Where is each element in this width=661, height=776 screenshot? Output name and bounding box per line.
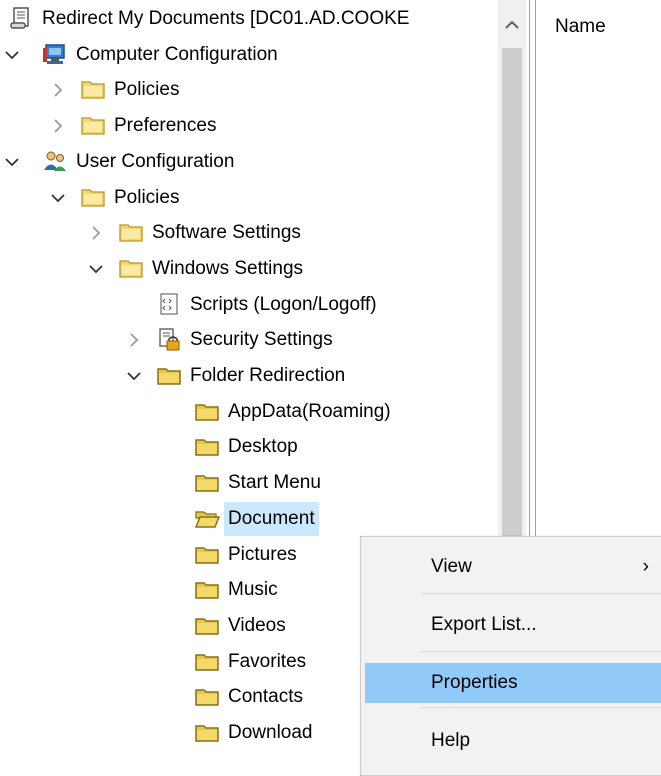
chevron-down-icon[interactable] bbox=[4, 154, 20, 170]
yellow-folder-icon bbox=[194, 542, 220, 566]
security-lock-icon bbox=[156, 327, 182, 351]
tree-item-label[interactable]: Policies bbox=[110, 73, 183, 107]
name-column-header[interactable]: Name bbox=[555, 16, 606, 38]
folder-icon bbox=[80, 77, 106, 101]
menu-item-label: View bbox=[431, 556, 472, 577]
menu-item-help[interactable]: Help bbox=[365, 721, 661, 761]
tree-item-label[interactable]: Preferences bbox=[110, 109, 220, 143]
menu-item-export-list[interactable]: Export List... bbox=[365, 605, 661, 645]
tree-item-label[interactable]: Videos bbox=[224, 609, 290, 643]
tree-item-label[interactable]: Scripts (Logon/Logoff) bbox=[186, 288, 381, 322]
tree-item[interactable]: Document bbox=[0, 501, 498, 536]
policy-scroll-icon bbox=[8, 6, 34, 30]
open-folder-icon bbox=[194, 506, 221, 530]
script-icon bbox=[156, 292, 182, 316]
chevron-down-icon[interactable] bbox=[4, 47, 20, 63]
tree-item[interactable]: Policies bbox=[0, 181, 498, 215]
chevron-right-icon[interactable] bbox=[88, 225, 104, 241]
menu-separator bbox=[421, 593, 661, 594]
tree-item[interactable]: Redirect My Documents [DC01.AD.COOKE bbox=[0, 2, 498, 36]
menu-item-label: Help bbox=[431, 730, 471, 751]
tree-item-label[interactable]: Download bbox=[224, 716, 317, 750]
submenu-arrow-icon: › bbox=[642, 556, 649, 577]
chevron-up-icon bbox=[505, 20, 519, 29]
tree-item-label[interactable]: AppData(Roaming) bbox=[224, 395, 395, 429]
yellow-folder-icon bbox=[194, 720, 220, 744]
tree-item[interactable]: Preferences bbox=[0, 109, 498, 143]
menu-item-label: Properties bbox=[431, 672, 518, 693]
tree-item-label[interactable]: Desktop bbox=[224, 430, 302, 464]
users-icon bbox=[42, 149, 68, 173]
tree-item[interactable]: Computer Configuration bbox=[0, 38, 498, 72]
yellow-folder-icon bbox=[194, 613, 220, 637]
chevron-down-icon[interactable] bbox=[88, 261, 104, 277]
tree-item-label[interactable]: Start Menu bbox=[224, 466, 325, 500]
tree-item[interactable]: Folder Redirection bbox=[0, 359, 498, 393]
chevron-down-icon[interactable] bbox=[126, 368, 142, 384]
tree-item[interactable]: Software Settings bbox=[0, 216, 498, 250]
menu-item-view[interactable]: View › bbox=[365, 547, 661, 587]
tree-item-label[interactable]: Windows Settings bbox=[148, 252, 307, 286]
tree-item-label[interactable]: Pictures bbox=[224, 538, 301, 572]
tree-item-label[interactable]: Redirect My Documents [DC01.AD.COOKE bbox=[38, 2, 413, 36]
yellow-folder-icon bbox=[156, 363, 182, 387]
tree-item-label[interactable]: Favorites bbox=[224, 645, 310, 679]
chevron-right-icon[interactable] bbox=[50, 118, 66, 134]
yellow-folder-icon bbox=[194, 577, 220, 601]
tree-item[interactable]: Security Settings bbox=[0, 323, 498, 357]
tree-item-label[interactable]: User Configuration bbox=[72, 145, 238, 179]
tree-item-label-selected[interactable]: Document bbox=[224, 501, 319, 536]
tree-item-label[interactable]: Music bbox=[224, 573, 282, 607]
tree-item[interactable]: Windows Settings bbox=[0, 252, 498, 286]
context-menu: View › Export List... Properties Help bbox=[360, 536, 661, 776]
tree-item-label[interactable]: Contacts bbox=[224, 680, 307, 714]
computer-icon bbox=[42, 42, 68, 66]
tree-item[interactable]: Policies bbox=[0, 73, 498, 107]
tree-item-label[interactable]: Policies bbox=[110, 181, 183, 215]
tree-item[interactable]: User Configuration bbox=[0, 145, 498, 179]
yellow-folder-icon bbox=[194, 470, 220, 494]
chevron-down-icon[interactable] bbox=[50, 190, 66, 206]
menu-separator bbox=[421, 707, 661, 708]
tree-item[interactable]: Scripts (Logon/Logoff) bbox=[0, 288, 498, 322]
menu-separator bbox=[421, 651, 661, 652]
folder-icon bbox=[118, 220, 144, 244]
tree-item[interactable]: AppData(Roaming) bbox=[0, 395, 498, 429]
folder-icon bbox=[80, 185, 106, 209]
tree-item-label[interactable]: Folder Redirection bbox=[186, 359, 349, 393]
yellow-folder-icon bbox=[194, 684, 220, 708]
folder-icon bbox=[118, 256, 144, 280]
chevron-right-icon[interactable] bbox=[50, 82, 66, 98]
tree-item-label[interactable]: Security Settings bbox=[186, 323, 337, 357]
tree-item-label[interactable]: Computer Configuration bbox=[72, 38, 282, 72]
menu-item-properties[interactable]: Properties bbox=[365, 663, 661, 703]
folder-icon bbox=[80, 113, 106, 137]
yellow-folder-icon bbox=[194, 399, 220, 423]
chevron-right-icon[interactable] bbox=[126, 332, 142, 348]
yellow-folder-icon bbox=[194, 649, 220, 673]
menu-item-label: Export List... bbox=[431, 614, 537, 635]
scroll-up-button[interactable] bbox=[498, 0, 526, 48]
yellow-folder-icon bbox=[194, 434, 220, 458]
tree-item-label[interactable]: Software Settings bbox=[148, 216, 305, 250]
tree-item[interactable]: Desktop bbox=[0, 430, 498, 464]
tree-item[interactable]: Start Menu bbox=[0, 466, 498, 500]
